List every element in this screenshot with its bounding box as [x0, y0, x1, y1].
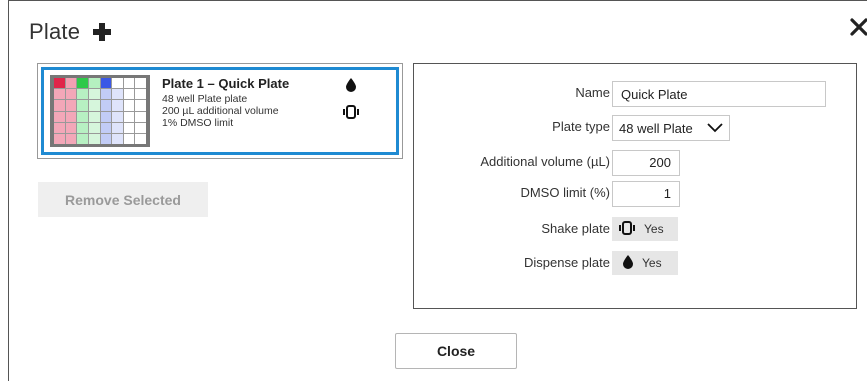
plate-well — [123, 111, 135, 122]
plate-volume-line: 200 µL additional volume — [162, 105, 279, 117]
plate-well — [54, 111, 65, 122]
remove-selected-button[interactable]: Remove Selected — [38, 182, 208, 217]
plate-well — [77, 133, 88, 144]
plate-well — [100, 89, 112, 100]
dmso-limit-input[interactable]: 1 — [612, 181, 680, 207]
plate-type-row: Plate type 48 well Plate — [414, 115, 856, 141]
plate-well — [88, 100, 100, 111]
drop-icon — [345, 78, 357, 97]
dispense-plate-toggle[interactable]: Yes — [612, 251, 678, 275]
shake-plate-row: Shake plate Yes — [414, 217, 856, 243]
plate-well — [54, 100, 65, 111]
shake-icon — [342, 105, 360, 124]
plus-icon[interactable] — [92, 22, 112, 42]
plate-well — [123, 122, 135, 133]
plate-dmso-line: 1% DMSO limit — [162, 117, 234, 129]
plate-well — [123, 100, 135, 111]
plate-well — [88, 133, 100, 144]
plate-well — [54, 133, 65, 144]
name-field[interactable] — [612, 81, 826, 107]
plate-well — [54, 78, 65, 89]
plate-card[interactable]: Plate 1 – Quick Plate 48 well Plate plat… — [37, 63, 403, 159]
plate-status-icons — [342, 78, 360, 124]
plate-name: Plate 1 – Quick Plate — [162, 76, 290, 91]
plate-well — [112, 133, 123, 144]
plate-well — [100, 111, 112, 122]
plate-well — [65, 100, 77, 111]
plate-well — [77, 100, 88, 111]
name-row: Name — [414, 81, 856, 107]
plate-well — [135, 78, 146, 89]
plate-well — [65, 89, 77, 100]
plate-card-selected: Plate 1 – Quick Plate 48 well Plate plat… — [41, 67, 399, 155]
plate-well — [123, 89, 135, 100]
plate-well — [112, 89, 123, 100]
shake-plate-toggle[interactable]: Yes — [612, 217, 678, 241]
close-button[interactable]: Close — [395, 333, 517, 369]
plate-type-line: 48 well Plate plate — [162, 93, 248, 105]
plate-well — [65, 78, 77, 89]
plate-well — [135, 111, 146, 122]
plate-well — [135, 89, 146, 100]
additional-volume-row: Additional volume (µL) 200 — [414, 150, 856, 176]
plate-well — [65, 122, 77, 133]
dispense-plate-row: Dispense plate Yes — [414, 251, 856, 277]
plate-well — [112, 78, 123, 89]
dialog-title: Plate — [29, 19, 81, 44]
plate-well — [123, 133, 135, 144]
plate-well — [54, 122, 65, 133]
shake-plate-label: Shake plate — [541, 221, 610, 236]
plate-type-select[interactable]: 48 well Plate — [612, 115, 730, 141]
plate-well — [77, 89, 88, 100]
dmso-limit-row: DMSO limit (%) 1 — [414, 181, 856, 207]
plate-well — [100, 122, 112, 133]
plate-well — [100, 133, 112, 144]
plate-well — [112, 122, 123, 133]
plate-well — [65, 133, 77, 144]
plate-well — [100, 100, 112, 111]
plate-well — [77, 122, 88, 133]
name-label: Name — [575, 85, 610, 100]
plate-thumbnail — [50, 75, 150, 147]
plate-well — [123, 78, 135, 89]
dmso-limit-label: DMSO limit (%) — [520, 185, 610, 200]
plate-well — [54, 89, 65, 100]
plate-well — [88, 78, 100, 89]
plate-well — [112, 111, 123, 122]
dispense-plate-value: Yes — [642, 256, 662, 270]
plate-well — [135, 133, 146, 144]
chevron-down-icon — [707, 121, 723, 136]
plate-properties-panel: Name Plate type 48 well Plate Additional… — [413, 63, 857, 309]
dispense-plate-label: Dispense plate — [524, 255, 610, 270]
plate-type-value: 48 well Plate — [619, 120, 693, 136]
plate-well — [88, 89, 100, 100]
close-icon[interactable] — [847, 15, 867, 39]
plate-well — [100, 78, 112, 89]
plate-well — [77, 111, 88, 122]
plate-well — [65, 111, 77, 122]
shake-icon — [618, 220, 636, 238]
additional-volume-label: Additional volume (µL) — [480, 154, 610, 169]
drop-icon — [622, 254, 634, 272]
additional-volume-input[interactable]: 200 — [612, 150, 680, 176]
shake-plate-value: Yes — [644, 222, 664, 236]
plate-well — [88, 111, 100, 122]
plate-dialog: Plate Plate 1 – Quick Plate 48 well Plat… — [8, 0, 867, 381]
plate-well — [88, 122, 100, 133]
plate-well — [112, 100, 123, 111]
plate-well — [135, 122, 146, 133]
plate-well — [135, 100, 146, 111]
dialog-header: Plate — [29, 17, 112, 47]
plate-type-label: Plate type — [552, 119, 610, 134]
plate-info: Plate 1 – Quick Plate 48 well Plate plat… — [162, 76, 289, 152]
plate-well — [77, 78, 88, 89]
